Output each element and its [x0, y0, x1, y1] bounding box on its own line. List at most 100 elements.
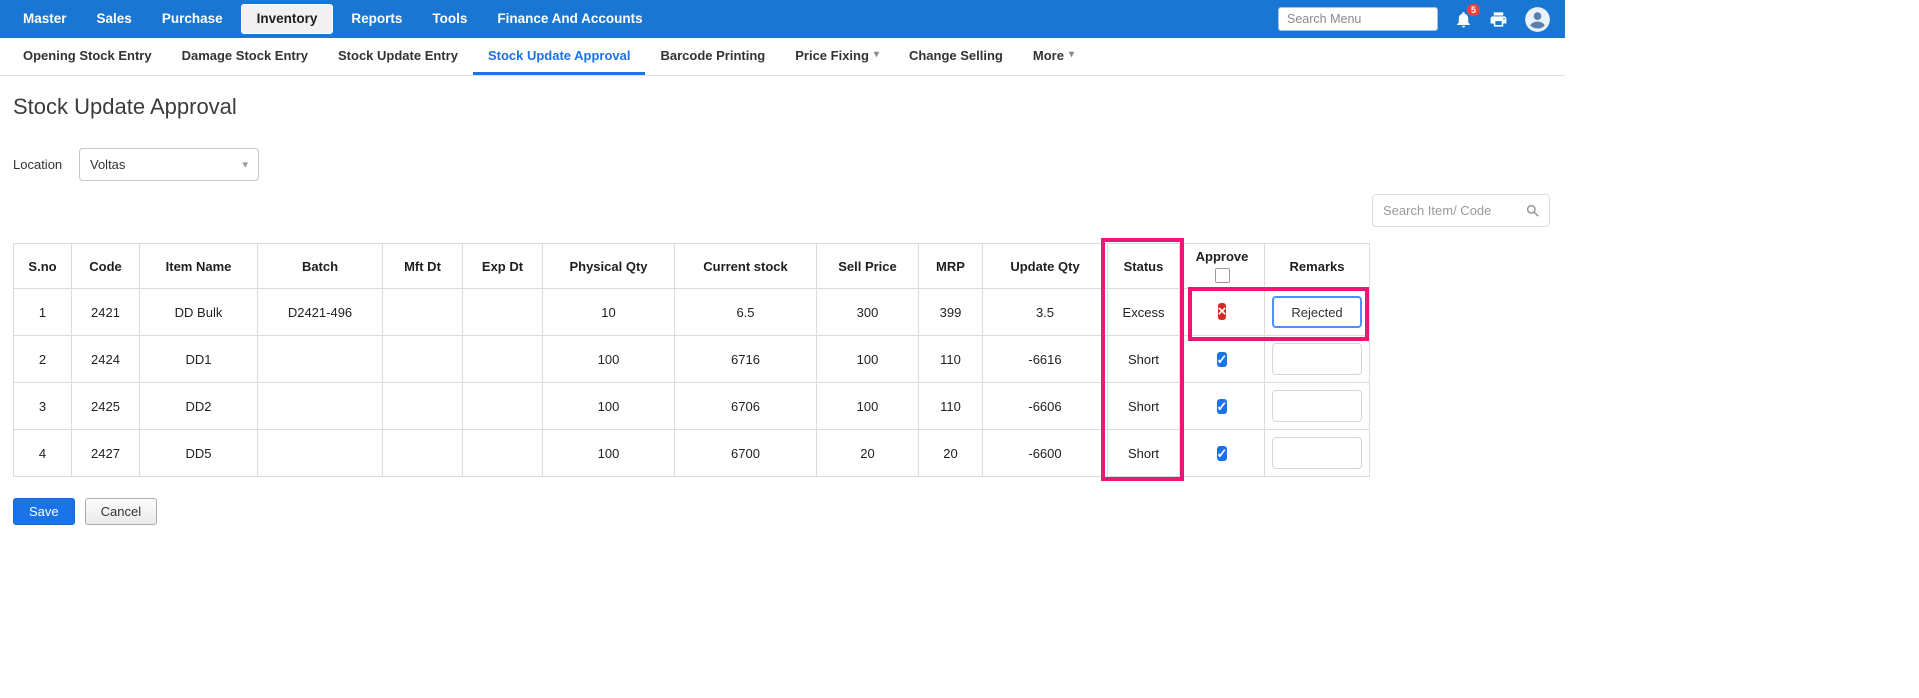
- page-title: Stock Update Approval: [13, 94, 1565, 120]
- location-select[interactable]: Voltas ▾: [79, 148, 259, 181]
- tab-stock-update-approval[interactable]: Stock Update Approval: [473, 38, 646, 75]
- cell-status: Excess: [1108, 289, 1180, 336]
- tab-label: Opening Stock Entry: [23, 48, 152, 63]
- cell-current-stock: 6.5: [675, 289, 817, 336]
- cell-item-name: DD1: [140, 336, 258, 383]
- nav-finance-and-accounts[interactable]: Finance And Accounts: [482, 0, 657, 38]
- cell-item-name: DD Bulk: [140, 289, 258, 336]
- remarks-input[interactable]: [1272, 296, 1362, 328]
- approve-checkbox[interactable]: ✓: [1217, 399, 1228, 414]
- cell-current-stock: 6706: [675, 383, 817, 430]
- reject-checkbox[interactable]: ×: [1218, 303, 1227, 320]
- tab-more[interactable]: More▾: [1018, 38, 1089, 75]
- cell-code: 2427: [72, 430, 140, 477]
- cell-exp-dt: [463, 430, 543, 477]
- table-row: 3 2425 DD2 100 6706 100 110 -6606 Short …: [14, 383, 1370, 430]
- nav-purchase[interactable]: Purchase: [147, 0, 238, 38]
- cell-update-qty: -6616: [983, 336, 1108, 383]
- cell-mft-dt: [383, 336, 463, 383]
- nav-tools[interactable]: Tools: [417, 0, 482, 38]
- save-button[interactable]: Save: [13, 498, 75, 525]
- nav-master[interactable]: Master: [8, 0, 82, 38]
- table-header-row: S.no Code Item Name Batch Mft Dt Exp Dt …: [14, 244, 1370, 289]
- stock-approval-table: S.no Code Item Name Batch Mft Dt Exp Dt …: [13, 243, 1370, 477]
- printer-icon: [1489, 10, 1508, 29]
- search-icon[interactable]: [1525, 203, 1541, 219]
- cell-status: Short: [1108, 430, 1180, 477]
- tab-price-fixing[interactable]: Price Fixing▾: [780, 38, 894, 75]
- app-window: Master Sales Purchase Inventory Reports …: [0, 0, 1565, 525]
- tab-label: Change Selling: [909, 48, 1003, 63]
- cell-remarks: [1265, 383, 1370, 430]
- col-status: Status: [1108, 244, 1180, 289]
- cell-status: Short: [1108, 383, 1180, 430]
- cell-item-name: DD2: [140, 383, 258, 430]
- cell-approve: ✓: [1180, 383, 1265, 430]
- tab-change-selling[interactable]: Change Selling: [894, 38, 1018, 75]
- cell-batch: [258, 430, 383, 477]
- cell-current-stock: 6700: [675, 430, 817, 477]
- cell-batch: D2421-496: [258, 289, 383, 336]
- nav-inventory[interactable]: Inventory: [242, 5, 333, 33]
- cancel-button[interactable]: Cancel: [85, 498, 157, 525]
- stock-approval-table-region: S.no Code Item Name Batch Mft Dt Exp Dt …: [13, 243, 1370, 477]
- col-remarks: Remarks: [1265, 244, 1370, 289]
- user-avatar[interactable]: [1524, 6, 1551, 33]
- tab-opening-stock-entry[interactable]: Opening Stock Entry: [8, 38, 167, 75]
- col-exp-dt: Exp Dt: [463, 244, 543, 289]
- nav-sales[interactable]: Sales: [82, 0, 147, 38]
- cell-mft-dt: [383, 383, 463, 430]
- approve-checkbox[interactable]: ✓: [1217, 446, 1228, 461]
- item-search-box: [1372, 194, 1550, 227]
- topnav-right-tools: 5: [1278, 6, 1555, 33]
- col-update-qty: Update Qty: [983, 244, 1108, 289]
- table-row: 1 2421 DD Bulk D2421-496 10 6.5 300 399 …: [14, 289, 1370, 336]
- cell-batch: [258, 383, 383, 430]
- approve-all-checkbox[interactable]: [1215, 268, 1230, 283]
- cell-remarks: [1265, 289, 1370, 336]
- notification-badge: 5: [1467, 4, 1480, 16]
- col-sno: S.no: [14, 244, 72, 289]
- chevron-down-icon: ▾: [242, 158, 248, 171]
- cell-exp-dt: [463, 336, 543, 383]
- remarks-input[interactable]: [1272, 343, 1362, 375]
- cell-physical-qty: 100: [543, 336, 675, 383]
- approve-checkbox[interactable]: ✓: [1217, 352, 1228, 367]
- cell-update-qty: -6606: [983, 383, 1108, 430]
- cell-sell-price: 300: [817, 289, 919, 336]
- col-approve-label: Approve: [1196, 249, 1249, 264]
- tab-label: More: [1033, 48, 1064, 63]
- location-selected-value: Voltas: [90, 157, 125, 172]
- cell-sell-price: 100: [817, 383, 919, 430]
- col-approve: Approve: [1180, 244, 1265, 289]
- cell-update-qty: 3.5: [983, 289, 1108, 336]
- print-button[interactable]: [1489, 10, 1508, 29]
- remarks-input[interactable]: [1272, 437, 1362, 469]
- cell-remarks: [1265, 430, 1370, 477]
- col-batch: Batch: [258, 244, 383, 289]
- cell-sno: 2: [14, 336, 72, 383]
- cell-sell-price: 100: [817, 336, 919, 383]
- nav-reports[interactable]: Reports: [336, 0, 417, 38]
- avatar-icon: [1524, 6, 1551, 33]
- cell-mrp: 20: [919, 430, 983, 477]
- col-mrp: MRP: [919, 244, 983, 289]
- cell-approve: ×: [1180, 289, 1265, 336]
- search-item-code-input[interactable]: [1383, 203, 1525, 218]
- tab-barcode-printing[interactable]: Barcode Printing: [645, 38, 780, 75]
- cell-code: 2425: [72, 383, 140, 430]
- search-menu-input[interactable]: [1278, 7, 1438, 31]
- notifications-button[interactable]: 5: [1454, 10, 1473, 29]
- cell-mrp: 110: [919, 336, 983, 383]
- cell-item-name: DD5: [140, 430, 258, 477]
- form-actions: Save Cancel: [13, 498, 1565, 525]
- remarks-input[interactable]: [1272, 390, 1362, 422]
- top-navigation: Master Sales Purchase Inventory Reports …: [0, 0, 1565, 38]
- cell-update-qty: -6600: [983, 430, 1108, 477]
- tab-stock-update-entry[interactable]: Stock Update Entry: [323, 38, 473, 75]
- inventory-submenu: Opening Stock Entry Damage Stock Entry S…: [0, 38, 1565, 76]
- cell-physical-qty: 10: [543, 289, 675, 336]
- cell-remarks: [1265, 336, 1370, 383]
- tab-damage-stock-entry[interactable]: Damage Stock Entry: [167, 38, 323, 75]
- col-current-stock: Current stock: [675, 244, 817, 289]
